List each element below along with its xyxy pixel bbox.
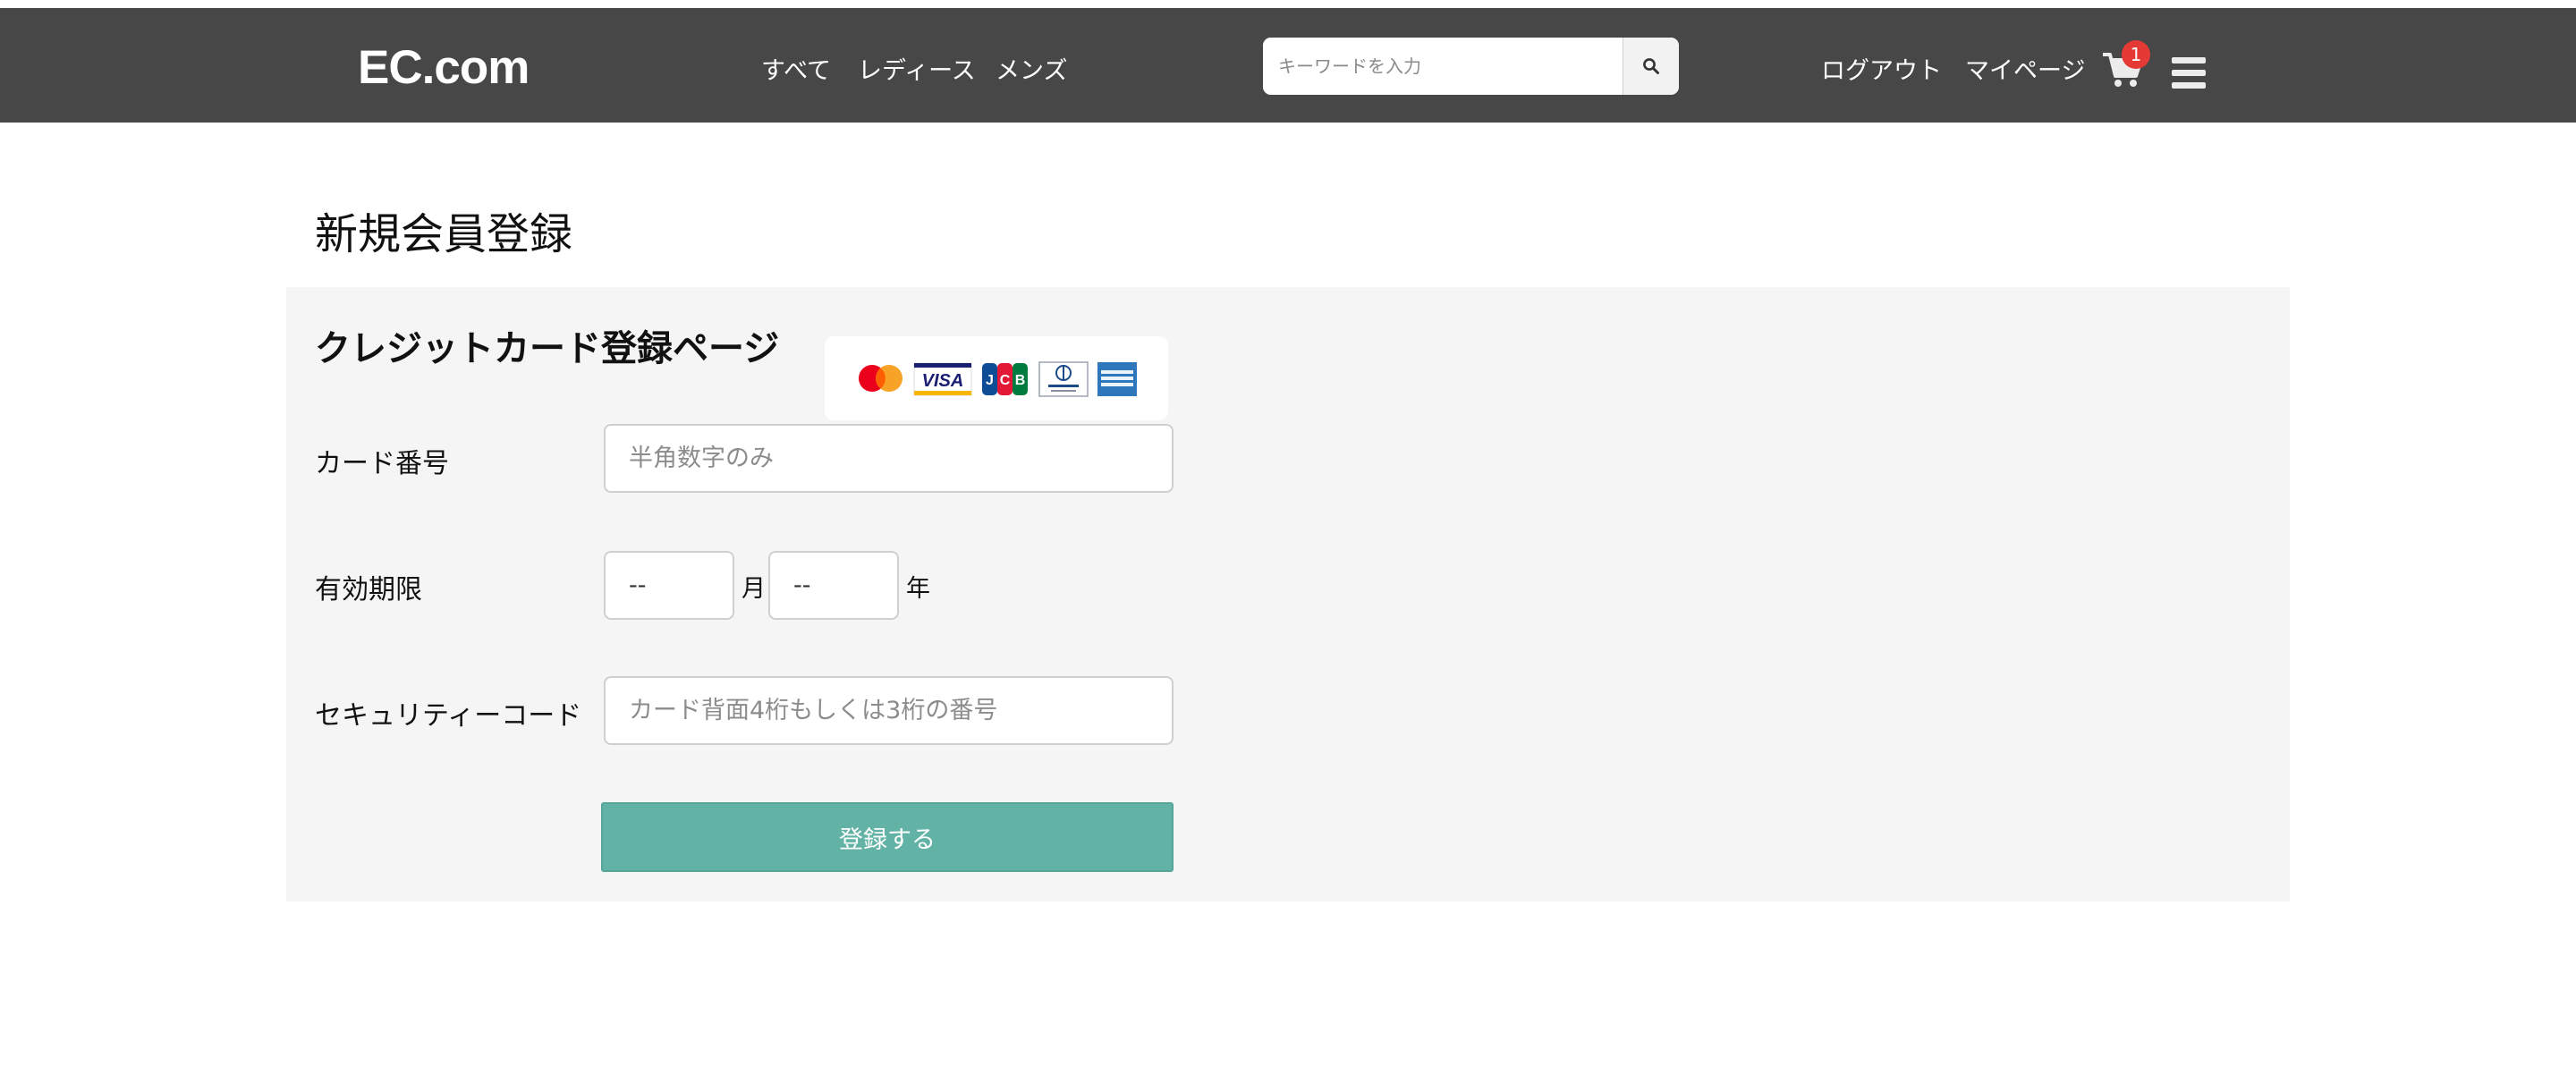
nav-link-mens[interactable]: メンズ <box>996 51 1067 86</box>
search-icon <box>1643 58 1659 74</box>
visa-logo: VISA <box>913 362 972 396</box>
diners-club-logo <box>1038 361 1089 397</box>
page-title: 新規会員登録 <box>315 209 573 259</box>
svg-text:B: B <box>1015 373 1026 388</box>
expiry-month-select[interactable] <box>604 551 734 620</box>
registration-panel <box>286 287 2290 901</box>
search-bar <box>1263 38 1679 95</box>
svg-text:C: C <box>1000 373 1011 388</box>
jcb-logo: J C B <box>982 363 1028 395</box>
site-logo[interactable]: EC.com <box>358 40 530 95</box>
logout-link[interactable]: ログアウト <box>1821 51 1942 86</box>
mastercard-logo <box>859 365 902 392</box>
card-brand-logos: VISA J C B <box>825 336 1168 420</box>
nav-link-all[interactable]: すべて <box>761 51 831 86</box>
form-title: クレジットカード登録ページ <box>315 328 780 369</box>
svg-text:VISA: VISA <box>922 371 964 391</box>
svg-text:J: J <box>986 373 994 388</box>
card-number-input[interactable] <box>604 424 1174 493</box>
expiry-year-select[interactable] <box>768 551 899 620</box>
search-button[interactable] <box>1623 38 1679 95</box>
register-button[interactable]: 登録する <box>601 802 1174 872</box>
year-unit-label: 年 <box>906 575 930 603</box>
hamburger-menu-icon <box>2172 57 2206 63</box>
site-header: EC.com すべて レディース メンズ ログアウト マイページ 1 <box>0 8 2576 123</box>
cart-count-badge: 1 <box>2122 40 2150 69</box>
search-input[interactable] <box>1263 38 1623 95</box>
expiry-label: 有効期限 <box>315 574 422 605</box>
american-express-logo <box>1097 362 1137 396</box>
nav-link-ladies[interactable]: レディース <box>858 51 976 86</box>
menu-button[interactable] <box>2172 57 2206 89</box>
mypage-link[interactable]: マイページ <box>1965 51 2085 86</box>
card-number-label: カード番号 <box>315 448 449 479</box>
month-unit-label: 月 <box>741 575 766 603</box>
security-code-label: セキュリティーコード <box>315 700 582 732</box>
top-strip <box>0 0 2576 8</box>
security-code-input[interactable] <box>604 676 1174 745</box>
